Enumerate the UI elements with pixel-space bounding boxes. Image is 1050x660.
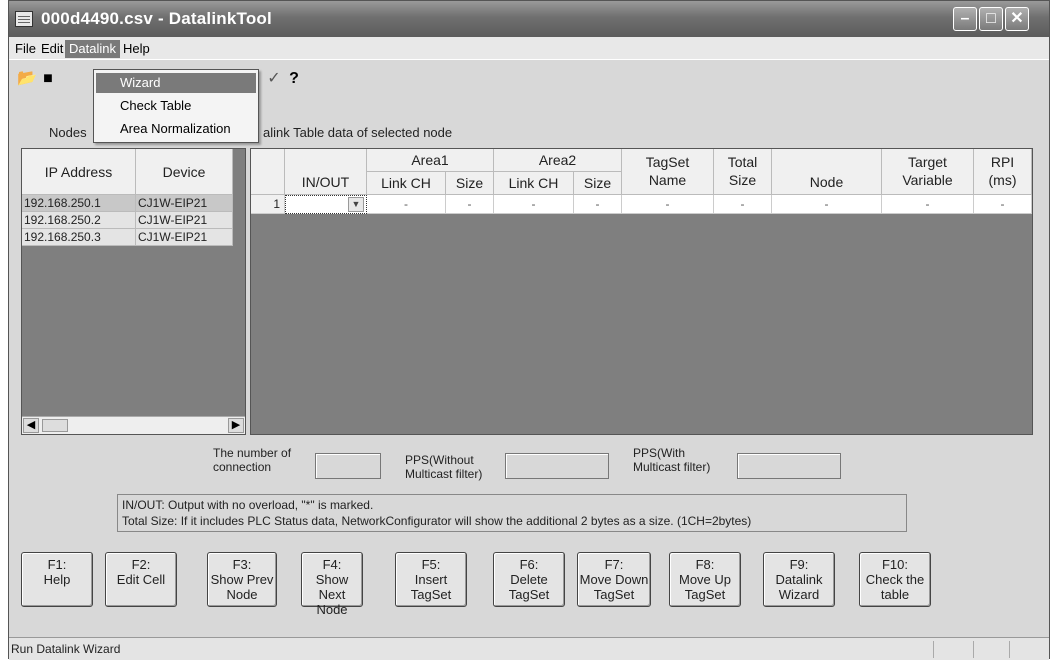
rpi-cell[interactable]: -: [974, 195, 1032, 214]
app-icon: [15, 11, 33, 27]
dropdown-arrow-icon[interactable]: ▼: [348, 197, 364, 212]
close-icon[interactable]: ✕: [1005, 7, 1029, 31]
check-icon[interactable]: ✓: [265, 70, 283, 88]
status-divider: [973, 641, 974, 658]
nodes-label: Nodes: [49, 125, 87, 140]
menu-datalink[interactable]: Datalink: [65, 40, 120, 58]
node-row[interactable]: 192.168.250.1 CJ1W-EIP21: [22, 195, 245, 212]
ip-address-cell: 192.168.250.1: [22, 195, 136, 212]
device-cell: CJ1W-EIP21: [136, 229, 233, 246]
move-down-tagset-button[interactable]: F7: Move Down TagSet: [577, 552, 651, 607]
delete-tagset-button[interactable]: F6: Delete TagSet: [493, 552, 565, 607]
area2-link-ch-cell[interactable]: -: [494, 195, 574, 214]
pps-without-label: PPS(Without Multicast filter): [405, 453, 483, 481]
nodes-list: IP Address Device 192.168.250.1 CJ1W-EIP…: [21, 148, 246, 435]
notes-panel: IN/OUT: Output with no overload, "*" is …: [117, 494, 907, 532]
area1-link-ch-cell[interactable]: -: [367, 195, 446, 214]
node-row[interactable]: 192.168.250.3 CJ1W-EIP21: [22, 229, 245, 246]
inout-select[interactable]: ▼: [285, 195, 367, 214]
row-number-header: [251, 149, 285, 195]
target-variable-header[interactable]: Target Variable: [882, 149, 974, 195]
datalink-dropdown-menu: Wizard Check Table Area Normalization: [93, 69, 259, 143]
window-title: 000d4490.csv - DatalinkTool: [41, 9, 272, 28]
pps-without-field: [505, 453, 609, 479]
connection-count-field: [315, 453, 381, 479]
area1-link-ch-header[interactable]: Link CH: [367, 172, 446, 195]
show-prev-node-button[interactable]: F3: Show Prev Node: [207, 552, 277, 607]
move-up-tagset-button[interactable]: F8: Move Up TagSet: [669, 552, 741, 607]
device-cell: CJ1W-EIP21: [136, 195, 233, 212]
scroll-left-icon[interactable]: ◀: [23, 418, 39, 433]
menu-wizard[interactable]: Wizard: [96, 73, 256, 93]
help-button[interactable]: F1: Help: [21, 552, 93, 607]
ip-address-header[interactable]: IP Address: [22, 149, 136, 195]
maximize-icon[interactable]: □: [979, 7, 1003, 31]
table-caption: alink Table data of selected node: [263, 125, 453, 140]
node-row[interactable]: 192.168.250.2 CJ1W-EIP21: [22, 212, 245, 229]
scroll-thumb[interactable]: [42, 419, 68, 432]
check-table-button[interactable]: F10: Check the table: [859, 552, 931, 607]
node-header[interactable]: Node: [772, 149, 882, 195]
insert-tagset-button[interactable]: F5: Insert TagSet: [395, 552, 467, 607]
menu-check-table[interactable]: Check Table: [96, 96, 256, 116]
pps-with-label: PPS(With Multicast filter): [633, 446, 711, 474]
note-inout: IN/OUT: Output with no overload, "*" is …: [122, 498, 374, 512]
status-divider: [933, 641, 934, 658]
scroll-right-icon[interactable]: ▶: [228, 418, 244, 433]
title-bar[interactable]: 000d4490.csv - DatalinkTool – □ ✕: [9, 1, 1049, 37]
edit-cell-button[interactable]: F2: Edit Cell: [105, 552, 177, 607]
row-number: 1: [251, 195, 285, 214]
node-cell[interactable]: -: [772, 195, 882, 214]
total-size-cell[interactable]: -: [714, 195, 772, 214]
save-icon[interactable]: ■: [39, 70, 57, 88]
rpi-header[interactable]: RPI (ms): [974, 149, 1032, 195]
area2-link-ch-header[interactable]: Link CH: [494, 172, 574, 195]
area1-size-header[interactable]: Size: [446, 172, 494, 195]
device-cell: CJ1W-EIP21: [136, 212, 233, 229]
device-header[interactable]: Device: [136, 149, 233, 195]
area2-size-header[interactable]: Size: [574, 172, 622, 195]
minimize-icon[interactable]: –: [953, 7, 977, 31]
pps-with-field: [737, 453, 841, 479]
app-window: 000d4490.csv - DatalinkTool – □ ✕ File E…: [8, 0, 1050, 660]
menu-file[interactable]: File: [11, 40, 40, 58]
ip-address-cell: 192.168.250.2: [22, 212, 136, 229]
tagset-name-header[interactable]: TagSet Name: [622, 149, 714, 195]
menu-area-normalization[interactable]: Area Normalization: [96, 119, 256, 139]
area1-size-cell[interactable]: -: [446, 195, 494, 214]
ip-address-cell: 192.168.250.3: [22, 229, 136, 246]
help-pointer-icon[interactable]: ?: [285, 70, 303, 88]
menu-bar: File Edit Datalink Help: [9, 37, 1049, 59]
datalink-table: IN/OUT Area1 Link CH Size Area2 Link CH …: [250, 148, 1033, 435]
note-total-size: Total Size: If it includes PLC Status da…: [122, 514, 752, 528]
tagset-name-cell[interactable]: -: [622, 195, 714, 214]
status-text: Run Datalink Wizard: [11, 642, 121, 656]
menu-edit[interactable]: Edit: [37, 40, 67, 58]
status-divider: [1009, 641, 1010, 658]
status-bar: Run Datalink Wizard: [9, 637, 1049, 660]
connection-count-label: The number of connection: [213, 446, 292, 474]
menu-help[interactable]: Help: [119, 40, 154, 58]
inout-header[interactable]: IN/OUT: [285, 149, 367, 195]
open-folder-icon[interactable]: 📂: [17, 70, 37, 88]
horizontal-scrollbar[interactable]: ◀ ▶: [22, 416, 245, 434]
area2-size-cell[interactable]: -: [574, 195, 622, 214]
show-next-node-button[interactable]: F4: Show Next Node: [301, 552, 363, 617]
total-size-header[interactable]: Total Size: [714, 149, 772, 195]
datalink-wizard-button[interactable]: F9: Datalink Wizard: [763, 552, 835, 607]
area1-header: Area1: [367, 149, 494, 172]
target-variable-cell[interactable]: -: [882, 195, 974, 214]
area2-header: Area2: [494, 149, 622, 172]
